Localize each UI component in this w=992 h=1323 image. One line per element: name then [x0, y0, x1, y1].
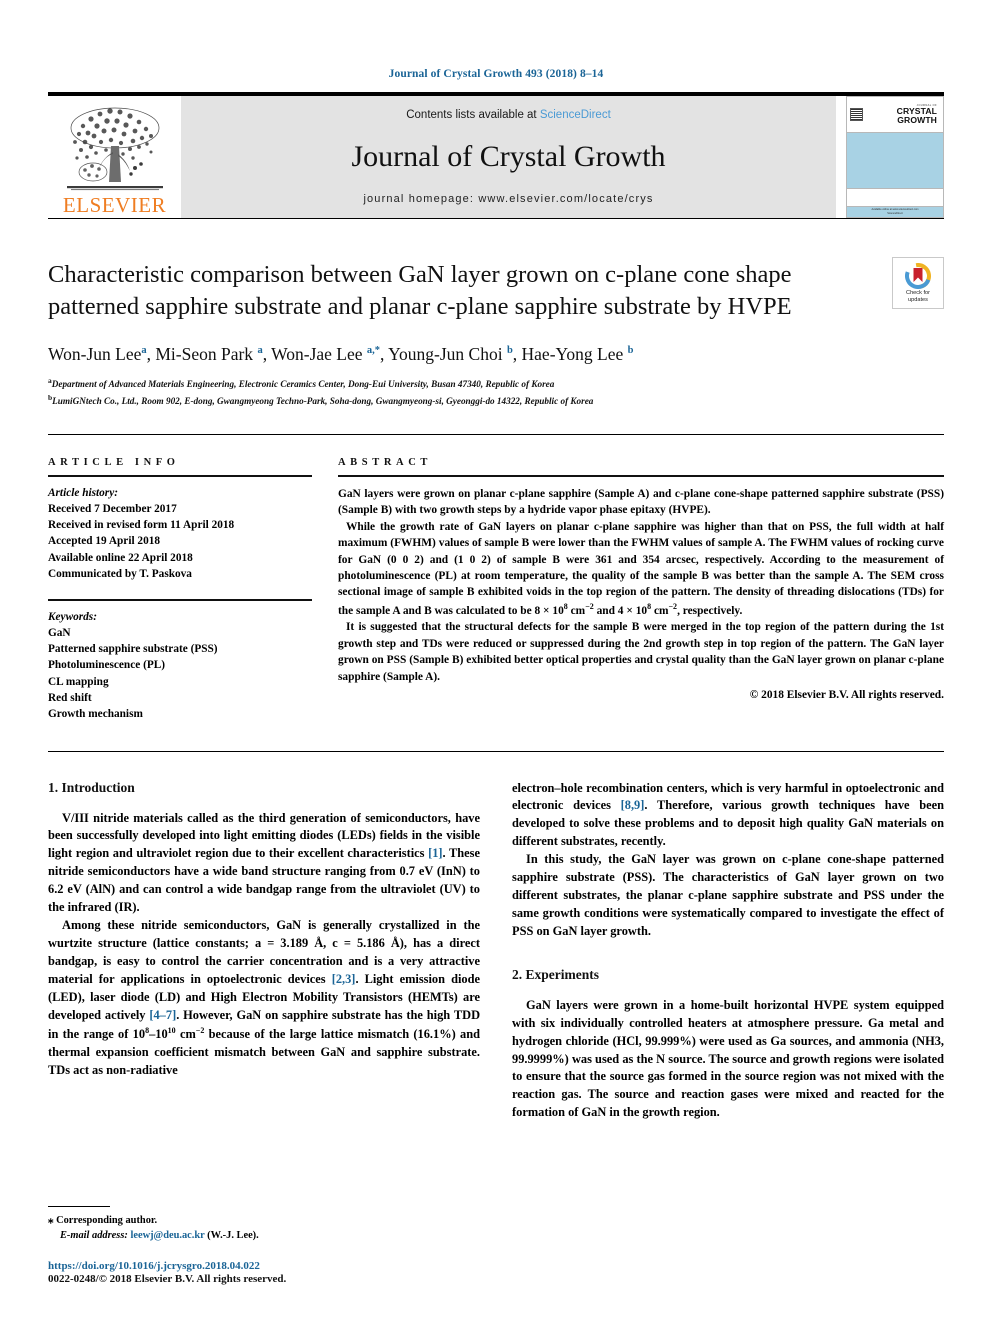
keyword-item: CL mapping [48, 675, 109, 688]
history-item: Received in revised form 11 April 2018 [48, 519, 235, 532]
body-columns: 1. Introduction V/III nitride materials … [48, 752, 944, 1123]
masthead-center: Contents lists available at ScienceDirec… [181, 96, 836, 218]
doi-link[interactable]: https://doi.org/10.1016/j.jcrysgro.2018.… [48, 1260, 478, 1272]
abstract-paragraph: It is suggested that the structural defe… [338, 621, 944, 683]
article-history-label: Article history: [48, 486, 118, 499]
sciencedirect-link[interactable]: ScienceDirect [540, 109, 611, 121]
cover-footer-band: Available online at www.sciencedirect.co… [847, 207, 943, 217]
body-paragraph: V/III nitride materials called as the th… [48, 810, 480, 915]
abstract-heading: ABSTRACT [338, 457, 432, 469]
keyword-item: Growth mechanism [48, 708, 143, 721]
affiliation-list: aDepartment of Advanced Materials Engine… [48, 375, 944, 408]
citation-link[interactable]: [8,9] [621, 798, 645, 812]
history-item: Received 7 December 2017 [48, 502, 177, 515]
info-abstract-region: ARTICLE INFO Article history: Received 7… [48, 435, 944, 722]
crossmark-icon [905, 263, 931, 290]
abstract-paragraph: GaN layers were grown on planar c-plane … [338, 487, 944, 517]
corresponding-author-note: ⁎ Corresponding author. [48, 1213, 158, 1226]
abstract-body: GaN layers were grown on planar c-plane … [338, 477, 944, 704]
body-paragraph: In this study, the GaN layer was grown o… [512, 852, 944, 938]
author[interactable]: Young-Jun Choi b [388, 344, 513, 364]
crossmark-label-line2: updates [908, 296, 928, 303]
elsevier-tree-icon [66, 107, 163, 191]
author[interactable]: Mi-Seon Park a [155, 344, 262, 364]
cover-white-band [847, 189, 943, 207]
keywords-label: Keywords: [48, 610, 97, 623]
section-heading-experiments: 2. Experiments [512, 966, 599, 982]
author-affil-mark: b [627, 344, 634, 356]
footnote-rule [48, 1205, 110, 1207]
elsevier-wordmark: ELSEVIER [62, 193, 167, 217]
journal-cover-thumbnail[interactable]: JOURNAL OF CRYSTAL GROWTH Available onli… [836, 96, 944, 218]
crossmark-badge[interactable]: Check for updates [892, 257, 944, 309]
affiliation: aDepartment of Advanced Materials Engine… [48, 376, 555, 390]
section-heading-introduction: 1. Introduction [48, 779, 135, 795]
author-list: Won-Jun Leea, Mi-Seon Park a, Won-Jae Le… [48, 343, 634, 364]
title-block: Characteristic comparison between GaN la… [48, 219, 944, 408]
footnote-block: ⁎ Corresponding author. E-mail address: … [48, 1205, 478, 1285]
keywords-group: Keywords: GaN Patterned sapphire substra… [48, 601, 312, 723]
history-item: Communicated by T. Paskova [48, 567, 192, 580]
contents-list-line: Contents lists available at ScienceDirec… [406, 109, 611, 121]
abstract-copyright: © 2018 Elsevier B.V. All rights reserved… [749, 689, 944, 702]
citation-link[interactable]: [2,3] [332, 972, 356, 986]
journal-homepage-line[interactable]: journal homepage: www.elsevier.com/locat… [363, 193, 653, 205]
page-title: Characteristic comparison between GaN la… [48, 261, 792, 320]
abstract-column: ABSTRACT GaN layers were grown on planar… [338, 457, 944, 722]
email-note: E-mail address: leewj@deu.ac.kr (W.-J. L… [60, 1230, 259, 1242]
abstract-paragraph: While the growth rate of GaN layers on p… [338, 520, 944, 617]
body-paragraph: GaN layers were grown in a home-built ho… [512, 997, 944, 1120]
elsevier-logo: ELSEVIER [48, 96, 181, 218]
issn-copyright: 0022-0248/© 2018 Elsevier B.V. All right… [48, 1273, 287, 1285]
history-item: Available online 22 April 2018 [48, 551, 193, 564]
affiliation: bLumiGNtech Co., Ltd., Room 902, E-dong,… [48, 392, 594, 406]
email-label: E-mail address: [60, 1230, 128, 1242]
author[interactable]: Won-Jae Lee a,* [271, 344, 380, 364]
journal-title: Journal of Crystal Growth [351, 140, 666, 173]
author[interactable]: Hae-Yong Lee b [522, 344, 634, 364]
body-column-right: electron–hole recombination centers, whi… [512, 780, 944, 1123]
cover-title-line2: GROWTH [897, 115, 937, 125]
keyword-item: Patterned sapphire substrate (PSS) [48, 643, 218, 656]
running-head: Journal of Crystal Growth 493 (2018) 8–1… [388, 68, 604, 80]
history-item: Accepted 19 April 2018 [48, 535, 161, 548]
body-column-left: 1. Introduction V/III nitride materials … [48, 780, 480, 1123]
author[interactable]: Won-Jun Leea [48, 344, 147, 364]
contents-prefix: Contents lists available at [406, 109, 540, 121]
email-link[interactable]: leewj@deu.ac.kr [130, 1230, 204, 1241]
body-paragraph: Among these nitride semiconductors, GaN … [48, 918, 481, 1077]
citation-link[interactable]: [1] [428, 846, 442, 860]
journal-masthead: ELSEVIER Contents lists available at Sci… [48, 96, 944, 218]
author-affil-mark: a,* [366, 344, 381, 356]
crossmark-label-line1: Check for [906, 290, 930, 297]
article-history-group: Article history: Received 7 December 201… [48, 477, 312, 583]
crossmark-label: Check for updates [906, 290, 930, 303]
body-paragraph: electron–hole recombination centers, whi… [512, 780, 944, 849]
cover-barcode-icon [850, 108, 863, 121]
keyword-item: GaN [48, 626, 71, 639]
article-page: Journal of Crystal Growth 493 (2018) 8–1… [0, 0, 992, 1323]
article-info-column: ARTICLE INFO Article history: Received 7… [48, 457, 338, 722]
cover-footer-line2: ScienceDirect [887, 212, 903, 215]
article-info-heading: ARTICLE INFO [48, 457, 180, 469]
keyword-item: Red shift [48, 691, 92, 704]
keyword-item: Photoluminescence (PL) [48, 659, 166, 672]
citation-link[interactable]: [4–7] [149, 1008, 176, 1022]
cover-image-band [847, 133, 943, 189]
